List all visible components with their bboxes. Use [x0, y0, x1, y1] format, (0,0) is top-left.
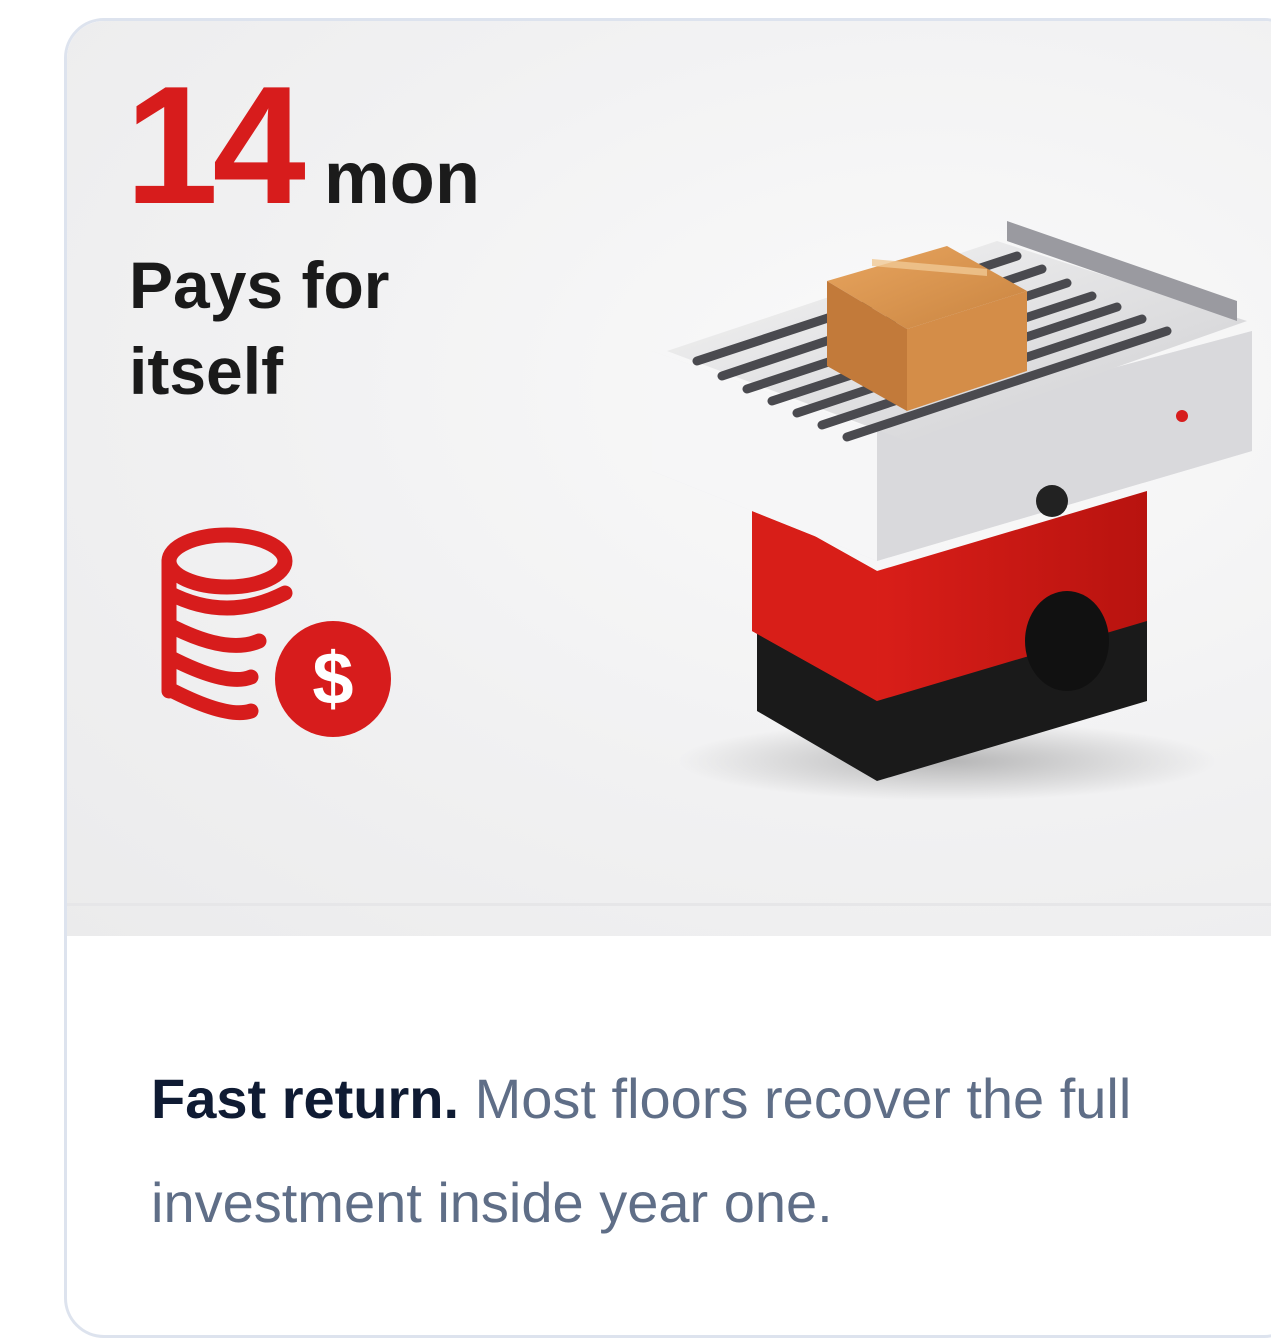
hero-panel: 14 mon Pays for itself $ — [67, 21, 1271, 936]
hero-divider — [67, 903, 1271, 906]
stat-number: 14 — [125, 51, 306, 239]
conveyor-robot-illustration — [652, 221, 1252, 801]
caption: Fast return. Most floors recover the ful… — [151, 1047, 1231, 1255]
caption-lead: Fast return. — [151, 1067, 460, 1130]
coins-dollar-icon: $ — [161, 527, 391, 737]
stat-unit: mon — [323, 136, 481, 219]
svg-text:$: $ — [312, 637, 353, 720]
roi-card: 14 mon Pays for itself $ Fast return. Mo… — [64, 18, 1271, 1338]
stat-subtitle: Pays for itself — [129, 248, 390, 408]
stat: 14 mon — [125, 61, 480, 229]
